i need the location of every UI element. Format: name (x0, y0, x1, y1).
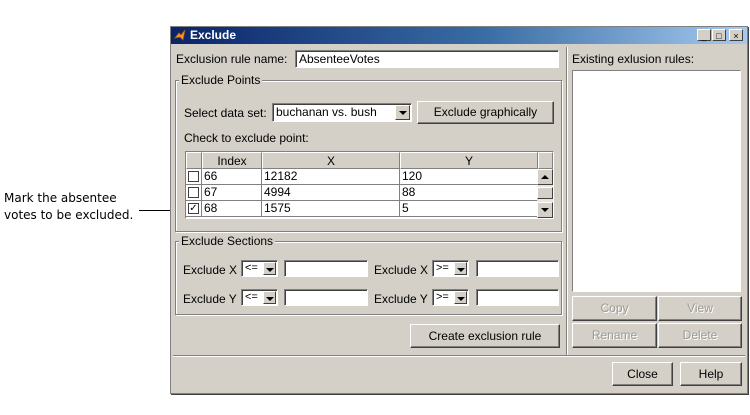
index-cell[interactable]: 67 (202, 185, 262, 201)
table-row: ✓ 68 1575 5 (186, 201, 538, 217)
exclude-dialog: Exclude _ □ × Exclusion rule name: Absen… (170, 26, 748, 394)
y-column-header[interactable]: Y (400, 152, 538, 169)
x-cell[interactable]: 1575 (262, 201, 400, 217)
scroll-corner (538, 152, 553, 169)
y-cell[interactable]: 5 (400, 201, 538, 217)
dropdown-arrow-icon[interactable] (454, 291, 467, 304)
dropdown-arrow-icon[interactable] (263, 291, 276, 304)
exclude-graphically-button[interactable]: Exclude graphically (417, 101, 554, 124)
scroll-down-button[interactable] (537, 202, 553, 218)
exclude-x-operator-select-2[interactable]: >= (432, 260, 469, 277)
exclude-sections-title: Exclude Sections (179, 234, 276, 248)
check-exclude-label: Check to exclude point: (184, 131, 309, 145)
copy-button[interactable]: Copy (572, 296, 657, 321)
callout-line-2: votes to be excluded. (4, 208, 134, 222)
existing-rules-label: Existing exlusion rules: (572, 52, 695, 66)
title-bar[interactable]: Exclude _ □ × (171, 27, 747, 44)
exclude-points-title: Exclude Points (179, 73, 263, 87)
rule-name-label: Exclusion rule name: (176, 52, 288, 66)
matlab-icon (174, 29, 186, 41)
dataset-select[interactable]: buchanan vs. bush (272, 103, 412, 122)
dropdown-arrow-icon[interactable] (395, 105, 410, 120)
checkbox-column-header (186, 152, 202, 169)
exclude-x-operator-select-1[interactable]: <= (241, 260, 278, 277)
scroll-thumb[interactable] (537, 187, 553, 199)
delete-button[interactable]: Delete (658, 323, 742, 348)
window-title: Exclude (190, 28, 237, 42)
operator-value: <= (245, 262, 258, 274)
footer-divider (173, 355, 745, 356)
table-row: 67 4994 88 (186, 185, 538, 201)
y-cell[interactable]: 120 (400, 169, 538, 185)
select-dataset-label: Select data set: (184, 106, 267, 120)
exclude-y-value-input-2[interactable] (476, 289, 559, 306)
close-button[interactable]: Close (612, 362, 673, 386)
exclude-x-label-1: Exclude X (183, 263, 238, 277)
index-column-header[interactable]: Index (202, 152, 262, 169)
exclude-x-value-input-2[interactable] (476, 260, 559, 277)
create-exclusion-rule-button[interactable]: Create exclusion rule (410, 324, 560, 348)
x-cell[interactable]: 4994 (262, 185, 400, 201)
vertical-divider (566, 47, 567, 355)
index-cell[interactable]: 68 (202, 201, 262, 217)
table-row: 66 12182 120 (186, 169, 538, 185)
existing-rules-list[interactable] (572, 70, 741, 292)
help-button[interactable]: Help (680, 362, 742, 386)
row-exclude-checkbox[interactable] (188, 171, 199, 182)
callout-line-1: Mark the absentee (4, 191, 117, 205)
operator-value: <= (245, 291, 258, 303)
exclude-x-label-2: Exclude X (374, 263, 429, 277)
exclude-y-operator-select-1[interactable]: <= (241, 289, 278, 306)
x-cell[interactable]: 12182 (262, 169, 400, 185)
exclude-y-label-1: Exclude Y (183, 292, 237, 306)
row-exclude-checkbox-checked[interactable]: ✓ (188, 203, 199, 214)
dropdown-arrow-icon[interactable] (263, 262, 276, 275)
points-table: Index X Y 66 12182 120 67 4994 88 ✓ 68 1… (185, 151, 554, 219)
exclude-y-operator-select-2[interactable]: >= (432, 289, 469, 306)
row-exclude-checkbox[interactable] (188, 187, 199, 198)
table-scrollbar[interactable] (537, 169, 553, 218)
dropdown-arrow-icon[interactable] (454, 262, 467, 275)
rule-name-input[interactable]: AbsenteeVotes (295, 50, 559, 68)
exclude-y-value-input-1[interactable] (284, 289, 368, 306)
operator-value: >= (436, 262, 449, 274)
exclude-x-value-input-1[interactable] (284, 260, 368, 277)
scroll-up-button[interactable] (537, 169, 553, 185)
maximize-button[interactable]: □ (712, 29, 726, 41)
dataset-select-value: buchanan vs. bush (276, 105, 377, 119)
annotation-callout: Mark the absentee votes to be excluded. (4, 190, 134, 224)
rename-button[interactable]: Rename (572, 323, 657, 348)
view-button[interactable]: View (658, 296, 742, 321)
operator-value: >= (436, 291, 449, 303)
close-window-button[interactable]: × (729, 29, 743, 41)
y-cell[interactable]: 88 (400, 185, 538, 201)
x-column-header[interactable]: X (262, 152, 400, 169)
exclude-y-label-2: Exclude Y (374, 292, 428, 306)
index-cell[interactable]: 66 (202, 169, 262, 185)
minimize-button[interactable]: _ (697, 29, 711, 41)
